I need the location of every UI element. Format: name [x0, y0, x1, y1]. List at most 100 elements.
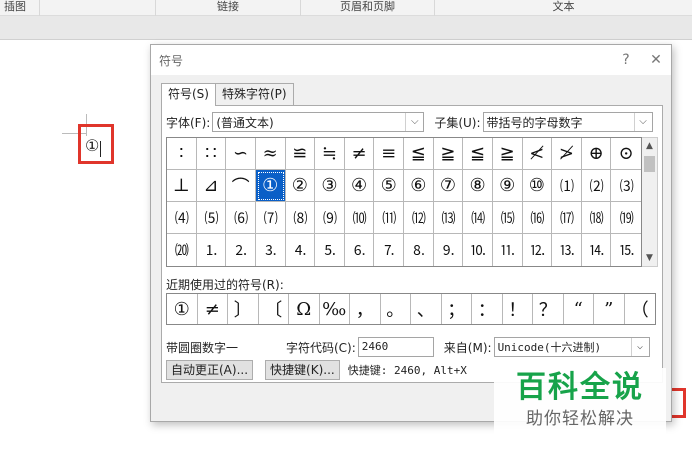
symbol-cell[interactable]: ⒎ [374, 234, 404, 266]
symbol-cell[interactable]: ⑦ [433, 170, 464, 202]
symbol-cell[interactable]: ⒑ [463, 234, 493, 266]
symbol-cell[interactable]: ⒃ [522, 202, 553, 234]
symbol-cell[interactable]: ⑴ [552, 170, 582, 202]
char-code-label: 字符代码(C): [286, 340, 356, 355]
recent-symbol-cell[interactable]: ： [472, 294, 503, 324]
symbol-cell[interactable]: ⊥ [167, 170, 197, 202]
symbol-cell[interactable]: ⒕ [582, 234, 612, 266]
symbol-cell[interactable]: ⒀ [433, 202, 464, 234]
symbol-cell[interactable]: ③ [315, 170, 345, 202]
symbol-cell[interactable]: ∶ [167, 138, 197, 170]
symbol-cell[interactable]: ⒐ [434, 234, 464, 266]
symbol-cell[interactable]: ⒒ [493, 234, 523, 266]
symbol-cell[interactable]: ⑹ [226, 202, 256, 234]
symbol-cell[interactable]: ⌒ [226, 170, 256, 202]
symbol-cell[interactable]: ⑽ [344, 202, 375, 234]
symbol-cell[interactable]: ⒉ [226, 234, 256, 266]
symbol-cell[interactable]: ① [255, 170, 286, 202]
symbol-cell[interactable]: ∽ [226, 138, 256, 170]
symbol-cell[interactable]: ⑧ [463, 170, 493, 202]
recent-symbol-cell[interactable]: ≠ [198, 294, 228, 324]
tab-special-characters[interactable]: 特殊字符(P) [214, 83, 294, 105]
help-button[interactable]: ? [611, 52, 641, 68]
recent-symbol-cell[interactable]: Ω [289, 294, 320, 324]
symbol-cell[interactable]: ≦ [463, 138, 493, 170]
symbol-cell[interactable]: ≦ [404, 138, 434, 170]
symbol-cell[interactable]: ⒆ [611, 202, 641, 234]
autocorrect-button[interactable]: 自动更正(A)... [166, 360, 254, 380]
symbol-cell[interactable]: ⒍ [345, 234, 375, 266]
recent-symbol-cell[interactable]: ？ [533, 294, 564, 324]
chevron-down-icon[interactable]: ⌵ [630, 338, 649, 356]
recent-symbol-cell[interactable]: ， [350, 294, 381, 324]
symbol-cell[interactable]: ⒋ [286, 234, 316, 266]
tab-symbols[interactable]: 符号(S) [161, 83, 216, 106]
close-button[interactable]: ✕ [641, 52, 671, 68]
symbol-cell[interactable]: ⑥ [404, 170, 434, 202]
recent-symbol-cell[interactable]: “ [564, 294, 594, 324]
symbol-cell[interactable]: ⒅ [581, 202, 612, 234]
font-select[interactable]: (普通文本) ⌵ [212, 112, 425, 132]
symbol-cell[interactable]: ⒓ [523, 234, 553, 266]
symbol-cell[interactable]: ≯ [552, 138, 582, 170]
recent-symbol-cell[interactable]: 、 [411, 294, 442, 324]
symbol-cell[interactable]: ⑼ [315, 202, 345, 234]
symbol-cell[interactable]: ⊙ [611, 138, 641, 170]
from-select[interactable]: Unicode(十六进制) ⌵ [493, 337, 650, 357]
recent-symbol-cell[interactable]: ！ [503, 294, 533, 324]
symbol-cell[interactable]: ⑷ [167, 202, 197, 234]
symbol-cell[interactable]: ⑶ [611, 170, 641, 202]
shortcut-key-button[interactable]: 快捷键(K)... [265, 360, 340, 380]
symbol-cell[interactable]: ≌ [285, 138, 316, 170]
scroll-thumb[interactable] [644, 156, 655, 172]
symbol-cell[interactable]: ⒌ [315, 234, 345, 266]
symbol-cell[interactable]: ∷ [196, 138, 227, 170]
symbol-grid-scrollbar[interactable]: ▲ ▼ [642, 137, 658, 267]
symbol-cell[interactable]: ⒄ [552, 202, 582, 234]
symbol-cell[interactable]: ≈ [255, 138, 286, 170]
symbol-cell[interactable]: ⒈ [197, 234, 227, 266]
symbol-cell[interactable]: ⑺ [255, 202, 286, 234]
symbol-cell[interactable]: ⒊ [256, 234, 286, 266]
symbol-cell[interactable]: ⒏ [404, 234, 434, 266]
dialog-titlebar[interactable]: 符号 ? ✕ [151, 45, 671, 75]
char-code-field[interactable]: 2460 [357, 337, 434, 357]
symbol-cell[interactable]: ② [285, 170, 316, 202]
symbol-cell[interactable]: ≒ [315, 138, 345, 170]
recent-symbol-cell[interactable]: ① [167, 294, 198, 324]
symbol-cell[interactable]: ⊿ [196, 170, 227, 202]
recent-symbol-cell[interactable]: （ [625, 294, 656, 324]
symbol-cell[interactable]: ⑿ [404, 202, 434, 234]
symbol-cell[interactable]: ⒇ [167, 234, 197, 266]
symbol-cell[interactable]: ⊕ [581, 138, 612, 170]
symbol-cell[interactable]: ⒔ [552, 234, 582, 266]
symbol-cell[interactable]: ⑤ [374, 170, 404, 202]
scroll-down-icon[interactable]: ▼ [642, 250, 657, 266]
chevron-down-icon[interactable]: ⌵ [405, 113, 423, 131]
symbol-cell[interactable]: ⑵ [581, 170, 612, 202]
recent-symbol-cell[interactable]: 〔 [259, 294, 289, 324]
scroll-up-icon[interactable]: ▲ [642, 138, 657, 154]
symbol-cell[interactable]: ⑻ [285, 202, 316, 234]
subset-select[interactable]: 带括号的字母数字 ⌵ [482, 112, 653, 132]
chevron-down-icon[interactable]: ⌵ [633, 113, 652, 131]
recent-symbol-cell[interactable]: 。 [381, 294, 411, 324]
recent-symbol-cell[interactable]: ‰ [320, 294, 350, 324]
symbol-cell[interactable]: ⑸ [196, 202, 227, 234]
symbol-cell[interactable]: ⒁ [463, 202, 493, 234]
symbol-cell[interactable]: ⑨ [492, 170, 523, 202]
recent-symbol-cell[interactable]: ” [594, 294, 625, 324]
symbol-cell[interactable]: ⒂ [492, 202, 523, 234]
recent-symbol-cell[interactable]: ； [442, 294, 472, 324]
symbol-cell[interactable]: ≧ [492, 138, 523, 170]
symbol-cell[interactable]: ⑾ [374, 202, 404, 234]
symbol-cell[interactable]: ⒖ [611, 234, 641, 266]
symbol-cell[interactable]: ≡ [374, 138, 404, 170]
symbol-cell[interactable]: ≧ [433, 138, 464, 170]
symbol-cell[interactable]: ≮ [522, 138, 553, 170]
dialog-title: 符号 [159, 53, 184, 68]
symbol-cell[interactable]: ≠ [344, 138, 375, 170]
recent-symbol-cell[interactable]: 〕 [228, 294, 259, 324]
symbol-cell[interactable]: ④ [344, 170, 375, 202]
symbol-cell[interactable]: ⑩ [522, 170, 553, 202]
